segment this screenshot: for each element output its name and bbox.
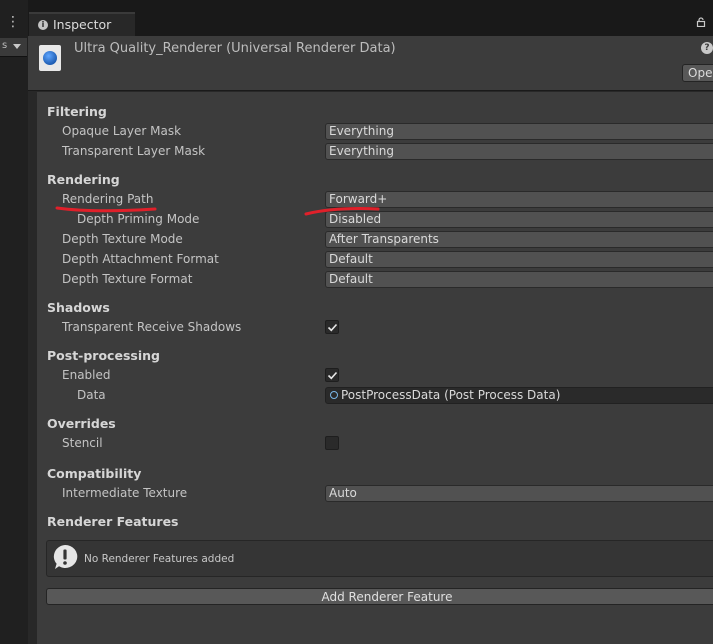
add-renderer-feature-button[interactable]: Add Renderer Feature <box>46 588 713 605</box>
left-panel-strip <box>0 0 28 644</box>
renderer-asset-icon <box>39 45 61 71</box>
open-button[interactable]: Ope <box>682 64 713 82</box>
checkmark-icon <box>327 371 338 380</box>
rendering-path-value: Forward+ <box>329 192 388 206</box>
opaque-layer-mask-dropdown[interactable]: Everything <box>325 123 713 140</box>
add-renderer-feature-label: Add Renderer Feature <box>321 590 453 604</box>
tab-label: Inspector <box>53 17 112 32</box>
section-post-processing: Post-processing <box>47 348 160 363</box>
depth-texture-mode-label: Depth Texture Mode <box>62 232 183 246</box>
stencil-checkbox[interactable] <box>325 436 339 450</box>
depth-attachment-format-dropdown[interactable]: Default <box>325 251 713 268</box>
left-dropdown[interactable]: s <box>0 38 27 57</box>
info-icon: i <box>38 20 48 30</box>
pp-enabled-checkbox[interactable] <box>325 368 339 382</box>
pp-data-label: Data <box>77 388 106 402</box>
section-overrides: Overrides <box>47 416 116 431</box>
depth-priming-mode-dropdown[interactable]: Disabled <box>325 211 713 228</box>
pp-data-object-field[interactable]: PostProcessData (Post Process Data) <box>325 387 713 404</box>
open-button-label: Ope <box>688 66 713 80</box>
opaque-layer-mask-value: Everything <box>329 124 394 138</box>
stencil-label: Stencil <box>62 436 103 450</box>
chevron-down-icon <box>13 44 21 49</box>
pp-enabled-label: Enabled <box>62 368 111 382</box>
depth-priming-mode-label: Depth Priming Mode <box>77 212 200 226</box>
lock-icon[interactable] <box>696 17 706 27</box>
page-title: Ultra Quality_Renderer (Universal Render… <box>74 41 396 56</box>
pp-data-value: PostProcessData (Post Process Data) <box>341 388 561 402</box>
tab-inspector[interactable]: i Inspector <box>29 12 135 38</box>
warning-icon <box>53 544 78 569</box>
rendering-path-dropdown[interactable]: Forward+ <box>325 191 713 208</box>
transparent-receive-shadows-label: Transparent Receive Shadows <box>62 320 242 334</box>
section-filtering: Filtering <box>47 104 107 119</box>
asset-object-icon <box>330 391 338 399</box>
no-features-message: No Renderer Features added <box>84 553 235 565</box>
transparent-layer-mask-label: Transparent Layer Mask <box>62 144 206 158</box>
intermediate-texture-label: Intermediate Texture <box>62 486 188 500</box>
section-shadows: Shadows <box>47 300 110 315</box>
depth-attachment-format-value: Default <box>329 252 373 266</box>
depth-texture-mode-dropdown[interactable]: After Transparents <box>325 231 713 248</box>
more-menu-icon[interactable]: ⋮ <box>6 14 20 30</box>
rendering-path-label: Rendering Path <box>62 192 154 206</box>
transparent-layer-mask-value: Everything <box>329 144 394 158</box>
transparent-layer-mask-dropdown[interactable]: Everything <box>325 143 713 160</box>
depth-attachment-format-label: Depth Attachment Format <box>62 252 219 266</box>
section-compatibility: Compatibility <box>47 466 142 481</box>
depth-texture-mode-value: After Transparents <box>329 232 439 246</box>
intermediate-texture-value: Auto <box>329 486 357 500</box>
opaque-layer-mask-label: Opaque Layer Mask <box>62 124 182 138</box>
depth-texture-format-label: Depth Texture Format <box>62 272 193 286</box>
help-icon[interactable]: ? <box>701 42 713 54</box>
depth-texture-format-dropdown[interactable]: Default <box>325 271 713 288</box>
section-renderer-features: Renderer Features <box>47 514 179 529</box>
transparent-receive-shadows-checkbox[interactable] <box>325 320 339 334</box>
section-rendering: Rendering <box>47 172 120 187</box>
left-dropdown-text: s <box>2 40 8 51</box>
depth-priming-mode-value: Disabled <box>329 212 382 226</box>
intermediate-texture-dropdown[interactable]: Auto <box>325 485 713 502</box>
checkmark-icon <box>327 323 338 332</box>
depth-texture-format-value: Default <box>329 272 373 286</box>
